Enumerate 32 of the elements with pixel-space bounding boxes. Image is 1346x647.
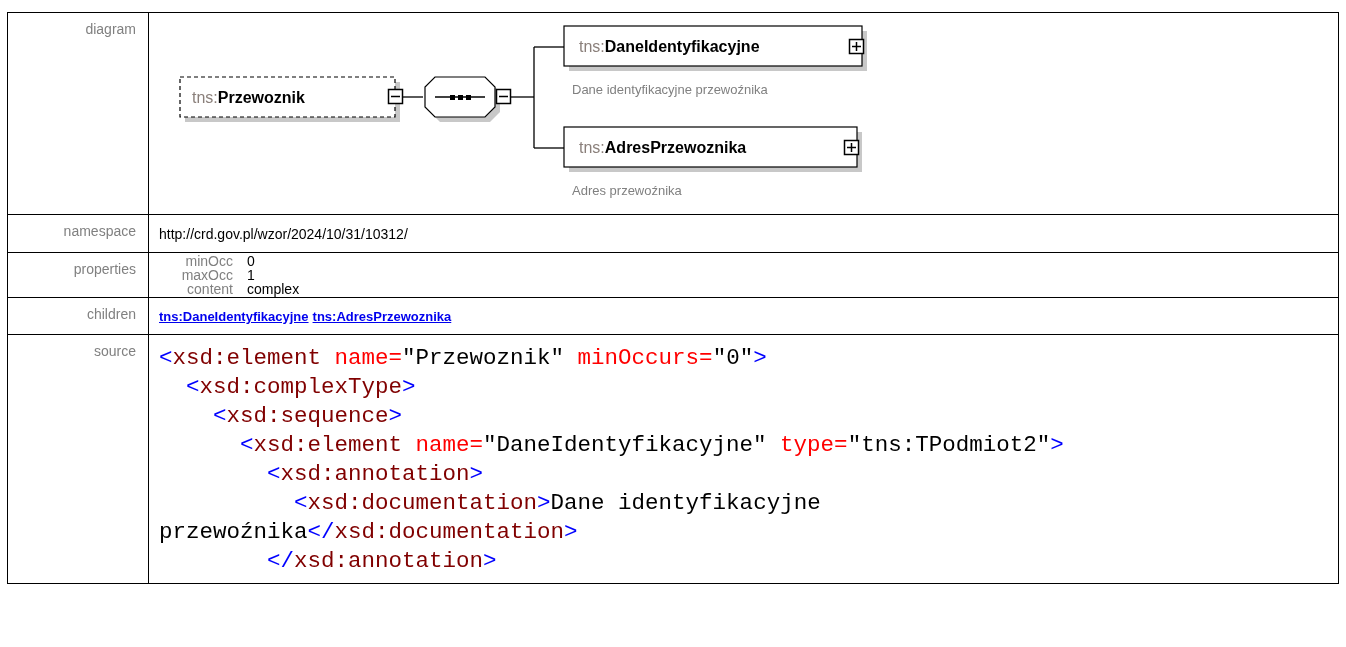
child-link[interactable]: tns:AdresPrzewoznika	[312, 309, 452, 324]
code-line: <xsd:documentation>Dane identyfikacyjne	[293, 489, 822, 518]
code-line: <xsd:annotation>	[266, 460, 485, 489]
annotation-text: Dane identyfikacyjne przewoźnika	[572, 82, 768, 97]
row-label: properties	[73, 261, 136, 277]
row-label: children	[86, 306, 136, 322]
property-name: maxOcc	[180, 268, 234, 282]
property-value: 1	[247, 268, 256, 282]
property-name: minOcc	[184, 254, 234, 268]
code-line: przewoźnika</xsd:documentation>	[159, 518, 579, 547]
property-value: complex	[247, 282, 300, 296]
element-label: tns:AdresPrzewoznika	[579, 139, 747, 156]
expand-icon[interactable]	[843, 139, 860, 156]
code-line: </xsd:annotation>	[266, 547, 498, 576]
element-label: tns:Przewoznik	[192, 89, 305, 106]
collapse-icon[interactable]	[495, 88, 512, 105]
row-label: namespace	[63, 223, 136, 239]
namespace-text: http://crd.gov.pl/wzor/2024/10/31/10312/	[159, 226, 408, 242]
code-line: <xsd:element name="DaneIdentyfikacyjne" type="tns:TPodmiot2">	[239, 431, 1065, 460]
collapse-icon[interactable]	[387, 88, 404, 105]
expand-icon[interactable]	[848, 38, 865, 55]
element-label: tns:DaneIdentyfikacyjne	[579, 38, 760, 55]
child-link[interactable]: tns:DaneIdentyfikacyjne	[159, 309, 309, 324]
code-line: <xsd:sequence>	[212, 402, 404, 431]
connector-line	[402, 96, 424, 98]
row-label: diagram	[85, 21, 136, 37]
code-line: <xsd:element name="Przewoznik" minOccurs="0">	[159, 344, 768, 373]
annotation-text: Adres przewoźnika	[572, 183, 682, 198]
row-label: source	[93, 343, 136, 359]
code-line: <xsd:complexType>	[185, 373, 417, 402]
property-value: 0	[247, 254, 256, 268]
property-name: content	[186, 282, 234, 296]
